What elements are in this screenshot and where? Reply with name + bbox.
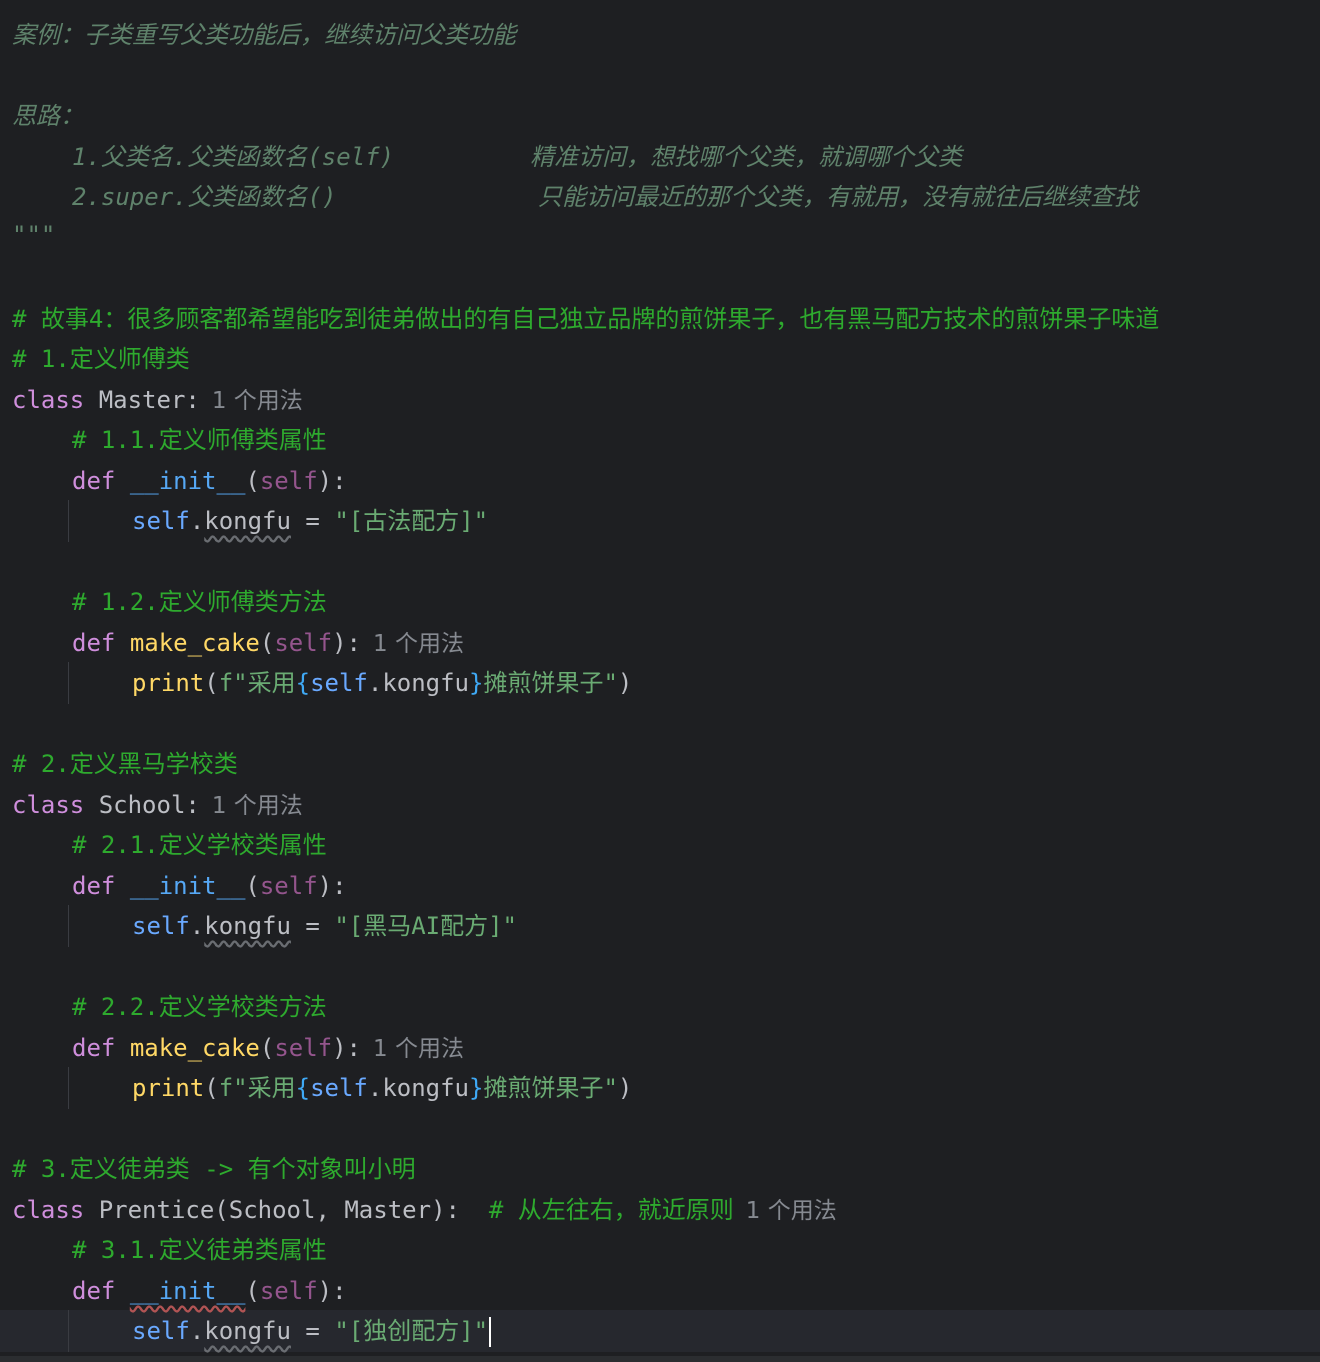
docstring-close: """ — [12, 221, 56, 249]
comment-school-method: # 2.2.定义学校类方法 — [72, 993, 327, 1021]
prentice-init-line[interactable]: def __init__(self): — [72, 1271, 347, 1311]
inline-mro-comment: # 从左往右，就近原则 — [488, 1196, 734, 1224]
school-init-line[interactable]: def __init__(self): — [72, 866, 347, 906]
def-keyword: def — [72, 629, 116, 657]
usage-hint[interactable]: 1 个用法 — [746, 1198, 837, 1224]
docstring-method1-line: 1.父类名.父类函数名(self) 精准访问，想找哪个父类，就调哪个父类 — [72, 137, 962, 177]
comment-define-prentice: # 3.定义徒弟类 -> 有个对象叫小明 — [12, 1155, 416, 1183]
fstring-suffix: 摊煎饼果子" — [483, 1074, 618, 1102]
self-param: self — [274, 629, 333, 657]
self-ref: self — [132, 1317, 190, 1345]
master-kongfu-value: "[古法配方]" — [334, 507, 489, 535]
usage-hint[interactable]: 1 个用法 — [373, 1036, 464, 1062]
init-method-name: __init__ — [129, 467, 246, 495]
docstring-method1-code: 1.父类名.父类函数名(self) — [72, 143, 395, 171]
make-cake-method-name: make_cake — [129, 629, 260, 657]
self-ref: self — [132, 912, 190, 940]
def-keyword: def — [72, 872, 116, 900]
school-kongfu-assign[interactable]: self.kongfu = "[黑马AI配方]" — [132, 906, 517, 946]
self-param: self — [259, 467, 318, 495]
indent-guide — [68, 500, 69, 542]
def-keyword: def — [72, 467, 116, 495]
comment-master-method: # 1.2.定义师傅类方法 — [72, 588, 327, 616]
usage-hint[interactable]: 1 个用法 — [212, 388, 303, 414]
indent-guide — [68, 1310, 69, 1352]
school-kongfu-value: "[黑马AI配方]" — [334, 912, 518, 940]
docstring-idea-line: 思路： — [12, 102, 84, 130]
self-ref: self — [310, 1074, 368, 1102]
indent-guide — [68, 1067, 69, 1109]
self-param: self — [259, 1277, 318, 1305]
self-param: self — [259, 872, 318, 900]
kongfu-attr: kongfu — [382, 1074, 470, 1102]
kongfu-attr: kongfu — [382, 669, 470, 697]
kongfu-attr: kongfu — [204, 1317, 291, 1345]
class-keyword: class — [12, 791, 85, 819]
code-editor[interactable]: 案例：子类重写父类功能后，继续访问父类功能 思路： 1.父类名.父类函数名(se… — [0, 0, 1320, 1362]
usage-hint[interactable]: 1 个用法 — [212, 793, 303, 819]
class-school-line[interactable]: class School: 1 个用法 — [12, 785, 303, 825]
def-keyword: def — [72, 1277, 116, 1305]
school-print-line[interactable]: print(f"采用{self.kongfu}摊煎饼果子") — [132, 1068, 632, 1108]
make-cake-method-name: make_cake — [129, 1034, 260, 1062]
comment-prentice-attr: # 3.1.定义徒弟类属性 — [72, 1236, 327, 1264]
class-name-prentice: Prentice — [98, 1196, 215, 1224]
base-class-master: Master — [344, 1196, 432, 1224]
print-call: print — [132, 669, 205, 697]
comment-define-school: # 2.定义黑马学校类 — [12, 750, 238, 778]
indent-guide — [68, 662, 69, 704]
init-method-name: __init__ — [129, 872, 246, 900]
fstring-prefix: f"采用 — [218, 1074, 296, 1102]
class-prentice-line[interactable]: class Prentice(School, Master): # 从左往右，就… — [12, 1190, 837, 1230]
print-call: print — [132, 1074, 205, 1102]
class-master-line[interactable]: class Master: 1 个用法 — [12, 380, 303, 420]
text-caret — [489, 1317, 492, 1347]
docstring-method2-code: 2.super.父类函数名() — [72, 183, 337, 211]
class-name-school: School — [98, 791, 186, 819]
story-comment: # 故事4：很多顾客都希望能吃到徒弟做出的有自己独立品牌的煎饼果子，也有黑马配方… — [12, 305, 1160, 333]
master-make-cake-line[interactable]: def make_cake(self): 1 个用法 — [72, 623, 464, 663]
kongfu-attr: kongfu — [204, 507, 291, 535]
base-class-school: School — [228, 1196, 316, 1224]
docstring-method2-desc: 只能访问最近的那个父类，有就用，没有就往后继续查找 — [538, 183, 1138, 211]
class-name-master: Master — [98, 386, 186, 414]
prentice-kongfu-assign[interactable]: self.kongfu = "[独创配方]" — [132, 1311, 492, 1351]
comment-define-master: # 1.定义师傅类 — [12, 345, 190, 373]
docstring-method2-line: 2.super.父类函数名() 只能访问最近的那个父类，有就用，没有就往后继续查找 — [72, 177, 1138, 217]
class-keyword: class — [12, 1196, 85, 1224]
docstring-method1-desc: 精准访问，想找哪个父类，就调哪个父类 — [530, 143, 962, 171]
master-print-line[interactable]: print(f"采用{self.kongfu}摊煎饼果子") — [132, 663, 632, 703]
master-kongfu-assign[interactable]: self.kongfu = "[古法配方]" — [132, 501, 488, 541]
comment-school-attr: # 2.1.定义学校类属性 — [72, 831, 327, 859]
class-keyword: class — [12, 386, 85, 414]
fstring-suffix: 摊煎饼果子" — [483, 669, 618, 697]
master-init-line[interactable]: def __init__(self): — [72, 461, 347, 501]
self-ref: self — [132, 507, 190, 535]
usage-hint[interactable]: 1 个用法 — [373, 631, 464, 657]
editor-bottom-border — [0, 1356, 1320, 1362]
fstring-prefix: f"采用 — [218, 669, 296, 697]
self-param: self — [274, 1034, 333, 1062]
init-method-name: __init__ — [129, 1277, 246, 1305]
prentice-kongfu-value: "[独创配方]" — [334, 1317, 489, 1345]
self-ref: self — [310, 669, 368, 697]
docstring-case-line: 案例：子类重写父类功能后，继续访问父类功能 — [12, 21, 516, 49]
comment-master-attr: # 1.1.定义师傅类属性 — [72, 426, 327, 454]
def-keyword: def — [72, 1034, 116, 1062]
kongfu-attr: kongfu — [204, 912, 291, 940]
indent-guide — [68, 905, 69, 947]
school-make-cake-line[interactable]: def make_cake(self): 1 个用法 — [72, 1028, 464, 1068]
